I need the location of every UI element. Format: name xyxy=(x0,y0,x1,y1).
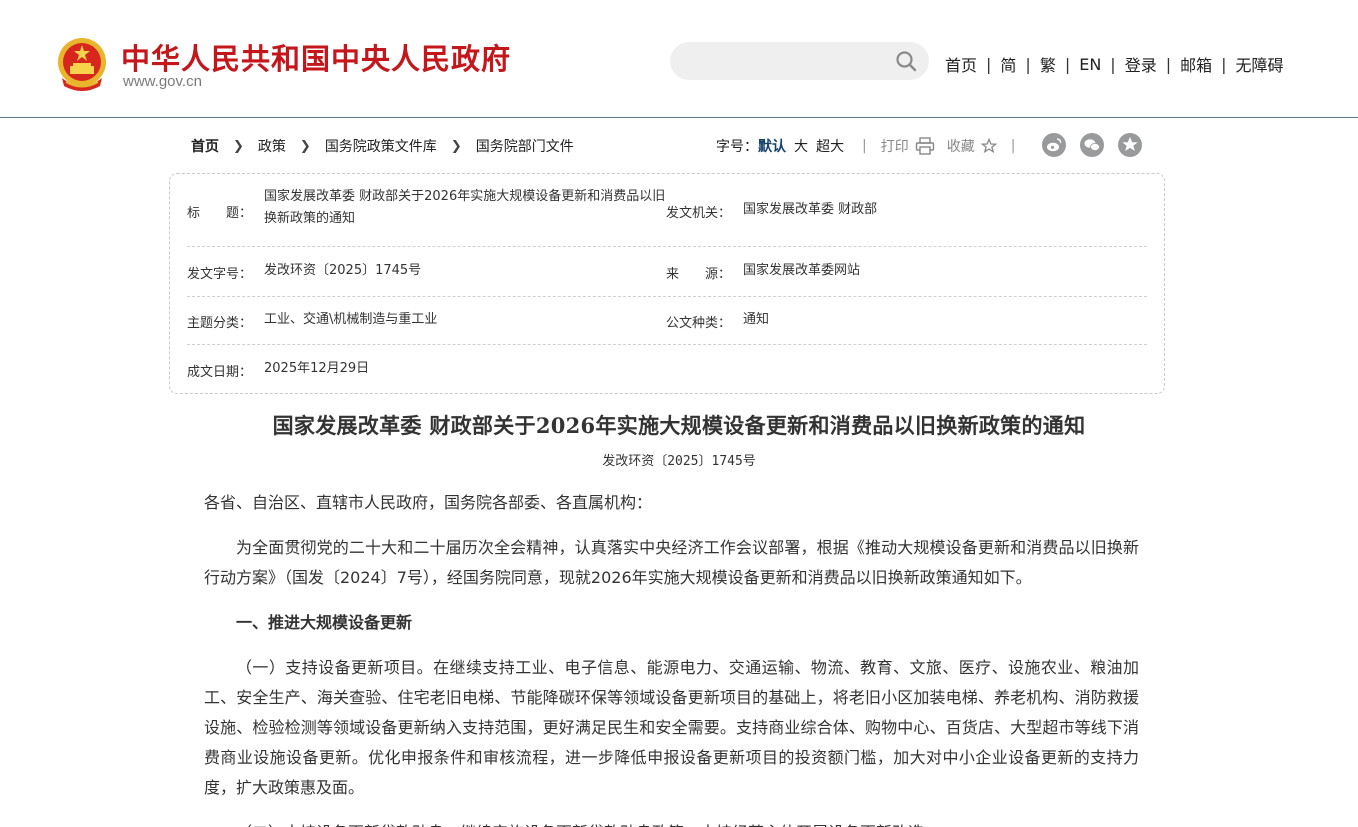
nav-login[interactable]: 登录 xyxy=(1125,52,1157,76)
topic-label: 主题分类： xyxy=(187,316,253,331)
issuer-value: 国家发展改革委 财政部 xyxy=(743,202,878,217)
font-size-label: 字号： xyxy=(716,139,758,155)
issuer-label: 发文机关： xyxy=(666,206,732,221)
breadcrumb-policy[interactable]: 政策 xyxy=(258,136,286,156)
date-value: 2025年12月29日 xyxy=(264,361,370,376)
article-title: 国家发展改革委 财政部关于2026年实施大规模设备更新和消费品以旧换新政策的通知 xyxy=(272,413,1086,438)
info-row-title: 标 题： 国家发展改革委 财政部关于2026年实施大规模设备更新和消费品以旧换新… xyxy=(187,174,1147,247)
article-body: 各省、自治区、直辖市人民政府，国务院各部委、各直属机构： 为全面贯彻党的二十大和… xyxy=(204,488,1139,827)
title-label: 标 题： xyxy=(187,206,253,221)
article-doc-number: 发改环资〔2025〕1745号 xyxy=(602,454,756,469)
doc-type-value: 通知 xyxy=(743,312,770,327)
nav-separator: | xyxy=(1221,54,1227,74)
title-value: 国家发展改革委 财政部关于2026年实施大规模设备更新和消费品以旧换新政策的通知 xyxy=(264,189,666,226)
nav-separator: | xyxy=(986,54,992,74)
article-tools: 字号： 默认 大 超大 | 打印 收藏 | xyxy=(716,136,1029,156)
nav-simplified[interactable]: 简 xyxy=(1000,52,1016,76)
info-row-date: 成文日期： 2025年12月29日 xyxy=(187,345,1147,393)
wechat-icon[interactable] xyxy=(1080,133,1104,157)
nav-separator: | xyxy=(1165,54,1172,74)
toolbar-divider: | xyxy=(1010,138,1016,154)
body-paragraph: （二）支持设备更新贷款贴息。继续实施设备更新贷款贴息政策，支持经营主体开展设备更… xyxy=(204,818,1139,827)
qzone-icon[interactable] xyxy=(1118,133,1142,157)
nav-separator: | xyxy=(1064,54,1071,74)
source-value: 国家发展改革委网站 xyxy=(743,263,861,278)
star-icon[interactable] xyxy=(980,138,997,154)
date-label: 成文日期： xyxy=(187,365,253,380)
breadcrumb-department-docs[interactable]: 国务院部门文件 xyxy=(476,136,574,156)
font-size-default[interactable]: 默认 xyxy=(758,136,786,156)
nav-accessibility[interactable]: 无障碍 xyxy=(1236,52,1284,76)
toolbar-divider: | xyxy=(862,138,867,154)
search-input[interactable] xyxy=(686,42,896,80)
favorite-button[interactable]: 收藏 xyxy=(947,136,975,156)
doc-number-value: 发改环资〔2025〕1745号 xyxy=(264,263,422,278)
font-size-xlarge[interactable]: 超大 xyxy=(816,136,844,156)
intro-paragraph: 为全面贯彻党的二十大和二十届历次全会精神，认真落实中央经济工作会议部署，根据《推… xyxy=(204,538,1139,587)
source-label: 来 源： xyxy=(666,267,732,282)
weibo-icon[interactable] xyxy=(1042,133,1066,157)
nav-home[interactable]: 首页 xyxy=(945,52,977,76)
chevron-right-icon: ❯ xyxy=(299,138,311,154)
nav-english[interactable]: EN xyxy=(1079,55,1101,74)
site-header: 中华人民共和国中央人民政府 www.gov.cn 首页 | 简 | 繁 | EN… xyxy=(0,0,1358,118)
salutation: 各省、自治区、直辖市人民政府，国务院各部委、各直属机构： xyxy=(204,493,653,512)
breadcrumb-home[interactable]: 首页 xyxy=(191,136,219,156)
info-row-topic: 主题分类： 工业、交通\机械制造与重工业 公文种类： 通知 xyxy=(187,297,1147,345)
breadcrumb: 首页 ❯ 政策 ❯ 国务院政策文件库 ❯ 国务院部门文件 xyxy=(191,136,574,156)
site-domain: www.gov.cn xyxy=(123,73,202,90)
nav-traditional[interactable]: 繁 xyxy=(1040,52,1056,76)
printer-icon[interactable] xyxy=(915,137,935,155)
national-emblem-icon[interactable] xyxy=(56,36,108,92)
nav-separator: | xyxy=(1025,54,1031,74)
font-size-large[interactable]: 大 xyxy=(794,136,808,156)
print-button[interactable]: 打印 xyxy=(881,136,909,156)
section-heading: 一、推进大规模设备更新 xyxy=(236,613,413,632)
body-paragraph: （一）支持设备更新项目。在继续支持工业、电子信息、能源电力、交通运输、物流、教育… xyxy=(204,658,1139,797)
topic-value: 工业、交通\机械制造与重工业 xyxy=(264,312,438,327)
info-row-doc-number: 发文字号： 发改环资〔2025〕1745号 来 源： 国家发展改革委网站 xyxy=(187,247,1147,297)
nav-mailbox[interactable]: 邮箱 xyxy=(1180,52,1212,76)
breadcrumb-policy-library[interactable]: 国务院政策文件库 xyxy=(325,136,437,156)
nav-separator: | xyxy=(1110,54,1116,74)
site-title[interactable]: 中华人民共和国中央人民政府 xyxy=(121,36,511,78)
document-info-box: 标 题： 国家发展改革委 财政部关于2026年实施大规模设备更新和消费品以旧换新… xyxy=(169,173,1165,394)
search-icon[interactable] xyxy=(895,50,917,72)
doc-number-label: 发文字号： xyxy=(187,267,253,282)
doc-type-label: 公文种类： xyxy=(666,316,732,331)
chevron-right-icon: ❯ xyxy=(233,138,244,154)
top-nav: 首页 | 简 | 繁 | EN | 登录 | 邮箱 | 无障碍 xyxy=(945,52,1284,76)
chevron-right-icon: ❯ xyxy=(450,138,462,154)
search-box xyxy=(670,42,929,80)
